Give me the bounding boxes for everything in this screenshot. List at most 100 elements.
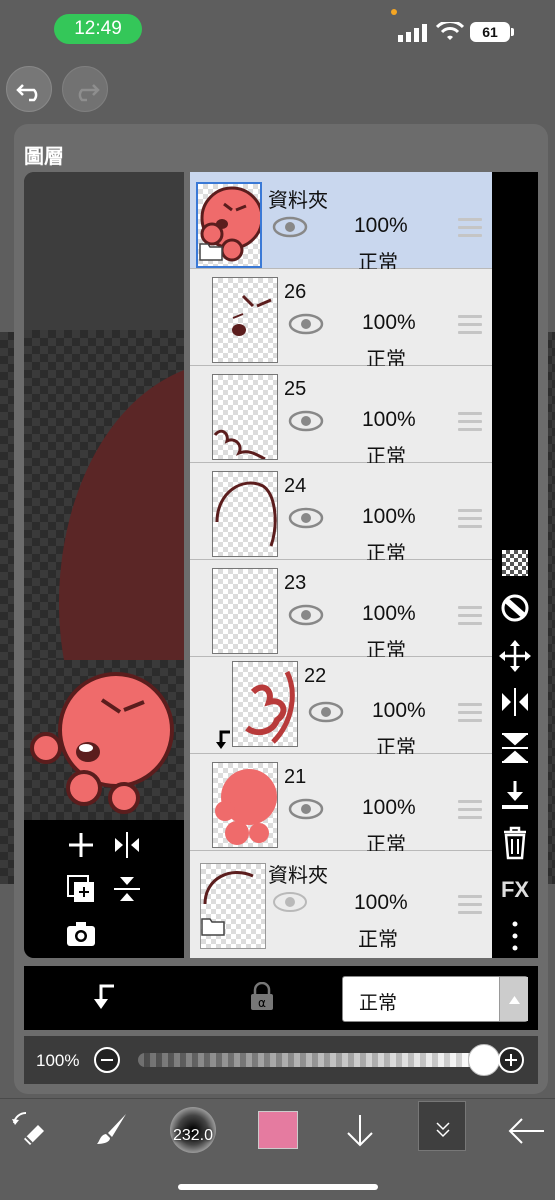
svg-text:α: α <box>258 996 266 1010</box>
cellular-signal-icon <box>398 24 427 42</box>
layer-row[interactable]: 23 100% 正常 <box>190 560 492 662</box>
swap-tool-icon[interactable] <box>8 1109 48 1149</box>
undo-icon <box>16 84 38 102</box>
layer-name: 資料夾 <box>268 865 328 887</box>
layer-blend-mode: 正常 <box>358 929 398 951</box>
opacity-increase-button[interactable] <box>498 1047 524 1073</box>
plus-icon <box>505 1054 517 1066</box>
privacy-dot <box>391 9 397 15</box>
layer-name: 26 <box>284 281 307 303</box>
layer-name: 23 <box>284 572 307 594</box>
layer-opacity: 100% <box>354 891 408 914</box>
visibility-eye-icon[interactable] <box>288 507 324 529</box>
layer-name: 22 <box>304 665 327 687</box>
clipping-button[interactable] <box>90 982 116 1012</box>
layer-row[interactable]: 21 100% 正常 <box>190 754 492 856</box>
layer-thumbnail <box>212 471 278 557</box>
flip-vertical-button[interactable] <box>112 874 142 904</box>
visibility-eye-icon[interactable] <box>308 701 344 723</box>
layer-row[interactable]: 26 100% 正常 <box>190 269 492 371</box>
opacity-slider-fill <box>138 1053 478 1067</box>
layer-opacity: 100% <box>362 311 416 334</box>
folder-icon <box>199 243 223 261</box>
camera-button[interactable] <box>66 920 96 948</box>
blend-mode-value: 正常 <box>359 993 398 1014</box>
checker-icon <box>502 550 528 576</box>
layer-opacity: 100% <box>354 214 408 237</box>
home-indicator <box>178 1184 378 1190</box>
merge-down-icon[interactable] <box>492 778 538 814</box>
layer-thumbnail <box>212 277 278 363</box>
layer-list[interactable]: 資料夾 100% 正常 26 100% 正常 25 100% 正常 24 100… <box>190 172 492 958</box>
layers-panel-toggle[interactable] <box>418 1101 466 1151</box>
status-bar: 12:49 61 <box>0 0 555 58</box>
brush-size-value: 232.0 <box>172 1127 214 1144</box>
layer-row[interactable]: 25 100% 正常 <box>190 366 492 468</box>
drag-handle-icon[interactable] <box>458 800 482 820</box>
visibility-eye-icon[interactable] <box>288 313 324 335</box>
redo-icon <box>78 84 100 102</box>
arrow-down-icon[interactable] <box>342 1113 378 1149</box>
wifi-icon <box>436 22 464 40</box>
transparency-checker-button[interactable] <box>492 546 538 582</box>
layer-name: 21 <box>284 766 307 788</box>
opacity-slider-track[interactable] <box>138 1053 478 1067</box>
layer-row-folder[interactable]: 資料夾 100% 正常 <box>190 172 492 274</box>
visibility-eye-icon[interactable] <box>272 891 308 913</box>
drag-handle-icon[interactable] <box>458 703 482 723</box>
layer-name: 25 <box>284 378 307 400</box>
mask-icon[interactable] <box>492 590 538 626</box>
opacity-slider-knob[interactable] <box>468 1044 500 1076</box>
layer-tools-column: FX <box>492 172 538 958</box>
visibility-eye-icon[interactable] <box>272 216 308 238</box>
fx-button[interactable]: FX <box>492 872 538 908</box>
layer-opacity: 100% <box>362 505 416 528</box>
visibility-eye-icon[interactable] <box>288 410 324 432</box>
layer-thumbnail <box>212 762 278 848</box>
double-chevron-down-icon <box>436 1122 450 1138</box>
redo-button[interactable] <box>62 66 108 112</box>
layer-row-clipped[interactable]: 22 100% 正常 <box>190 657 492 759</box>
layer-opacity: 100% <box>362 796 416 819</box>
drag-handle-icon[interactable] <box>458 218 482 238</box>
opacity-decrease-button[interactable] <box>94 1047 120 1073</box>
flip-horizontal-icon[interactable] <box>492 684 538 720</box>
dropdown-arrow-box <box>499 977 528 1021</box>
visibility-eye-icon[interactable] <box>288 798 324 820</box>
move-icon[interactable] <box>492 638 538 674</box>
layer-thumbnail <box>212 374 278 460</box>
drag-handle-icon[interactable] <box>458 509 482 529</box>
drag-handle-icon[interactable] <box>458 606 482 626</box>
chevron-up-icon <box>509 996 520 1004</box>
panel-title: 圖層 <box>24 146 64 168</box>
drag-handle-icon[interactable] <box>458 412 482 432</box>
layer-thumbnail <box>212 568 278 654</box>
layer-row[interactable]: 24 100% 正常 <box>190 463 492 565</box>
duplicate-layer-button[interactable] <box>66 874 96 904</box>
opacity-bar: 100% <box>24 1036 538 1084</box>
back-arrow-icon[interactable] <box>506 1113 546 1149</box>
folder-icon <box>201 918 225 936</box>
layer-name: 24 <box>284 475 307 497</box>
drag-handle-icon[interactable] <box>458 315 482 335</box>
color-swatch[interactable] <box>258 1111 298 1149</box>
add-layer-button[interactable] <box>66 830 96 860</box>
preview-area <box>24 172 184 958</box>
more-icon[interactable] <box>492 918 538 954</box>
character-preview <box>30 672 174 814</box>
preview-top <box>24 172 184 330</box>
flip-vertical-icon[interactable] <box>492 730 538 766</box>
flip-horizontal-button[interactable] <box>112 830 142 860</box>
blend-mode-select[interactable]: 正常 <box>342 976 528 1022</box>
visibility-eye-icon[interactable] <box>288 604 324 626</box>
drag-handle-icon[interactable] <box>458 895 482 915</box>
trash-icon[interactable] <box>492 824 538 860</box>
battery-indicator: 61 <box>470 22 514 42</box>
undo-button[interactable] <box>6 66 52 112</box>
status-time: 12:49 <box>54 14 142 44</box>
layer-name: 資料夾 <box>268 190 328 212</box>
alpha-lock-icon[interactable]: α <box>248 982 276 1012</box>
brush-tool-icon[interactable] <box>94 1111 130 1147</box>
layer-thumbnail <box>232 661 298 747</box>
layer-row-folder[interactable]: 資料夾 100% 正常 <box>190 851 492 958</box>
